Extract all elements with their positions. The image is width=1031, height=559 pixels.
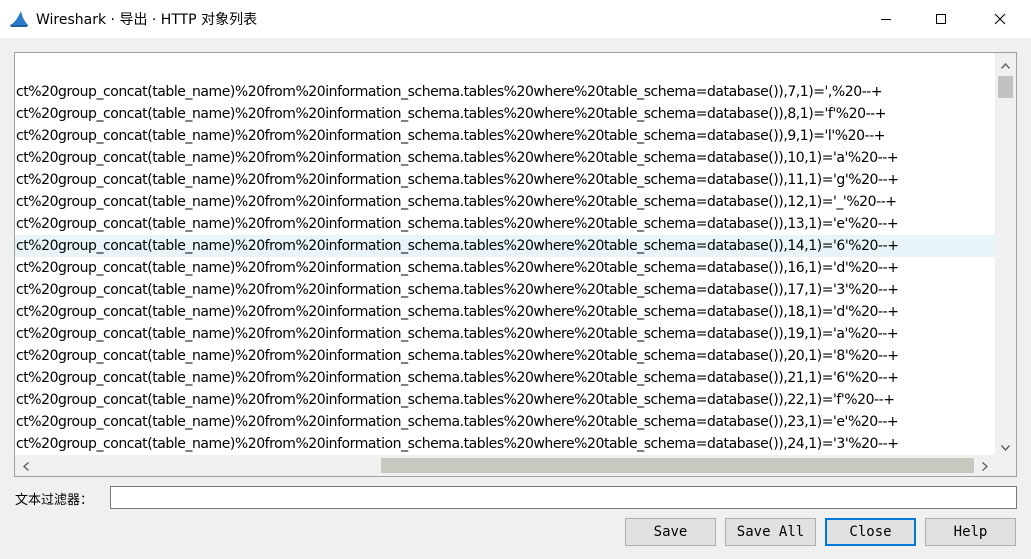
close-window-button[interactable] bbox=[972, 0, 1028, 38]
title-bar[interactable]: Wireshark · 导出 · HTTP 对象列表 bbox=[0, 0, 1031, 38]
list-item[interactable]: ct%20group_concat(table_name)%20from%20i… bbox=[15, 411, 995, 433]
list-item[interactable]: ct%20group_concat(table_name)%20from%20i… bbox=[15, 433, 995, 455]
scroll-up-button[interactable] bbox=[995, 53, 1016, 74]
horizontal-scroll-thumb[interactable] bbox=[381, 458, 974, 473]
minimize-button[interactable] bbox=[858, 0, 914, 38]
maximize-icon bbox=[935, 13, 947, 25]
list-item[interactable]: ct%20group_concat(table_name)%20from%20i… bbox=[15, 147, 995, 169]
chevron-up-icon bbox=[1000, 54, 1011, 73]
list-rows: ct%20group_concat(table_name)%20from%20i… bbox=[15, 81, 995, 455]
scroll-down-button[interactable] bbox=[995, 435, 1016, 456]
scroll-right-button[interactable] bbox=[974, 455, 995, 476]
vertical-scrollbar[interactable] bbox=[995, 53, 1016, 456]
list-item[interactable]: ct%20group_concat(table_name)%20from%20i… bbox=[15, 169, 995, 191]
text-filter-input[interactable] bbox=[110, 486, 1017, 509]
list-item[interactable]: ct%20group_concat(table_name)%20from%20i… bbox=[15, 257, 995, 279]
minimize-icon bbox=[880, 13, 892, 25]
save-button[interactable]: Save bbox=[625, 518, 716, 546]
close-icon bbox=[994, 13, 1006, 25]
list-item[interactable]: ct%20group_concat(table_name)%20from%20i… bbox=[15, 367, 995, 389]
scroll-left-button[interactable] bbox=[15, 455, 36, 476]
horizontal-scrollbar[interactable] bbox=[15, 455, 995, 476]
list-item[interactable]: ct%20group_concat(table_name)%20from%20i… bbox=[15, 301, 995, 323]
text-filter-label: 文本过滤器： bbox=[15, 493, 94, 508]
save-all-button[interactable]: Save All bbox=[725, 518, 816, 546]
http-object-list[interactable]: ct%20group_concat(table_name)%20from%20i… bbox=[14, 52, 1017, 477]
list-item[interactable]: ct%20group_concat(table_name)%20from%20i… bbox=[15, 235, 995, 257]
list-item[interactable]: ct%20group_concat(table_name)%20from%20i… bbox=[15, 125, 995, 147]
help-button[interactable]: Help bbox=[925, 518, 1016, 546]
chevron-down-icon bbox=[1000, 436, 1011, 455]
list-item[interactable]: ct%20group_concat(table_name)%20from%20i… bbox=[15, 103, 995, 125]
list-item[interactable]: ct%20group_concat(table_name)%20from%20i… bbox=[15, 323, 995, 345]
list-item[interactable]: ct%20group_concat(table_name)%20from%20i… bbox=[15, 345, 995, 367]
list-item[interactable]: ct%20group_concat(table_name)%20from%20i… bbox=[15, 389, 995, 411]
chevron-left-icon bbox=[22, 456, 29, 475]
scrollbar-corner bbox=[995, 455, 1016, 476]
vertical-scroll-thumb[interactable] bbox=[998, 76, 1013, 98]
window-title: Wireshark · 导出 · HTTP 对象列表 bbox=[36, 12, 258, 28]
list-item[interactable]: ct%20group_concat(table_name)%20from%20i… bbox=[15, 191, 995, 213]
close-button[interactable]: Close bbox=[825, 518, 916, 546]
list-item[interactable]: ct%20group_concat(table_name)%20from%20i… bbox=[15, 213, 995, 235]
wireshark-fin-icon bbox=[9, 10, 29, 28]
chevron-right-icon bbox=[981, 456, 988, 475]
list-item[interactable]: ct%20group_concat(table_name)%20from%20i… bbox=[15, 279, 995, 301]
list-item[interactable]: ct%20group_concat(table_name)%20from%20i… bbox=[15, 81, 995, 103]
maximize-button[interactable] bbox=[913, 0, 969, 38]
